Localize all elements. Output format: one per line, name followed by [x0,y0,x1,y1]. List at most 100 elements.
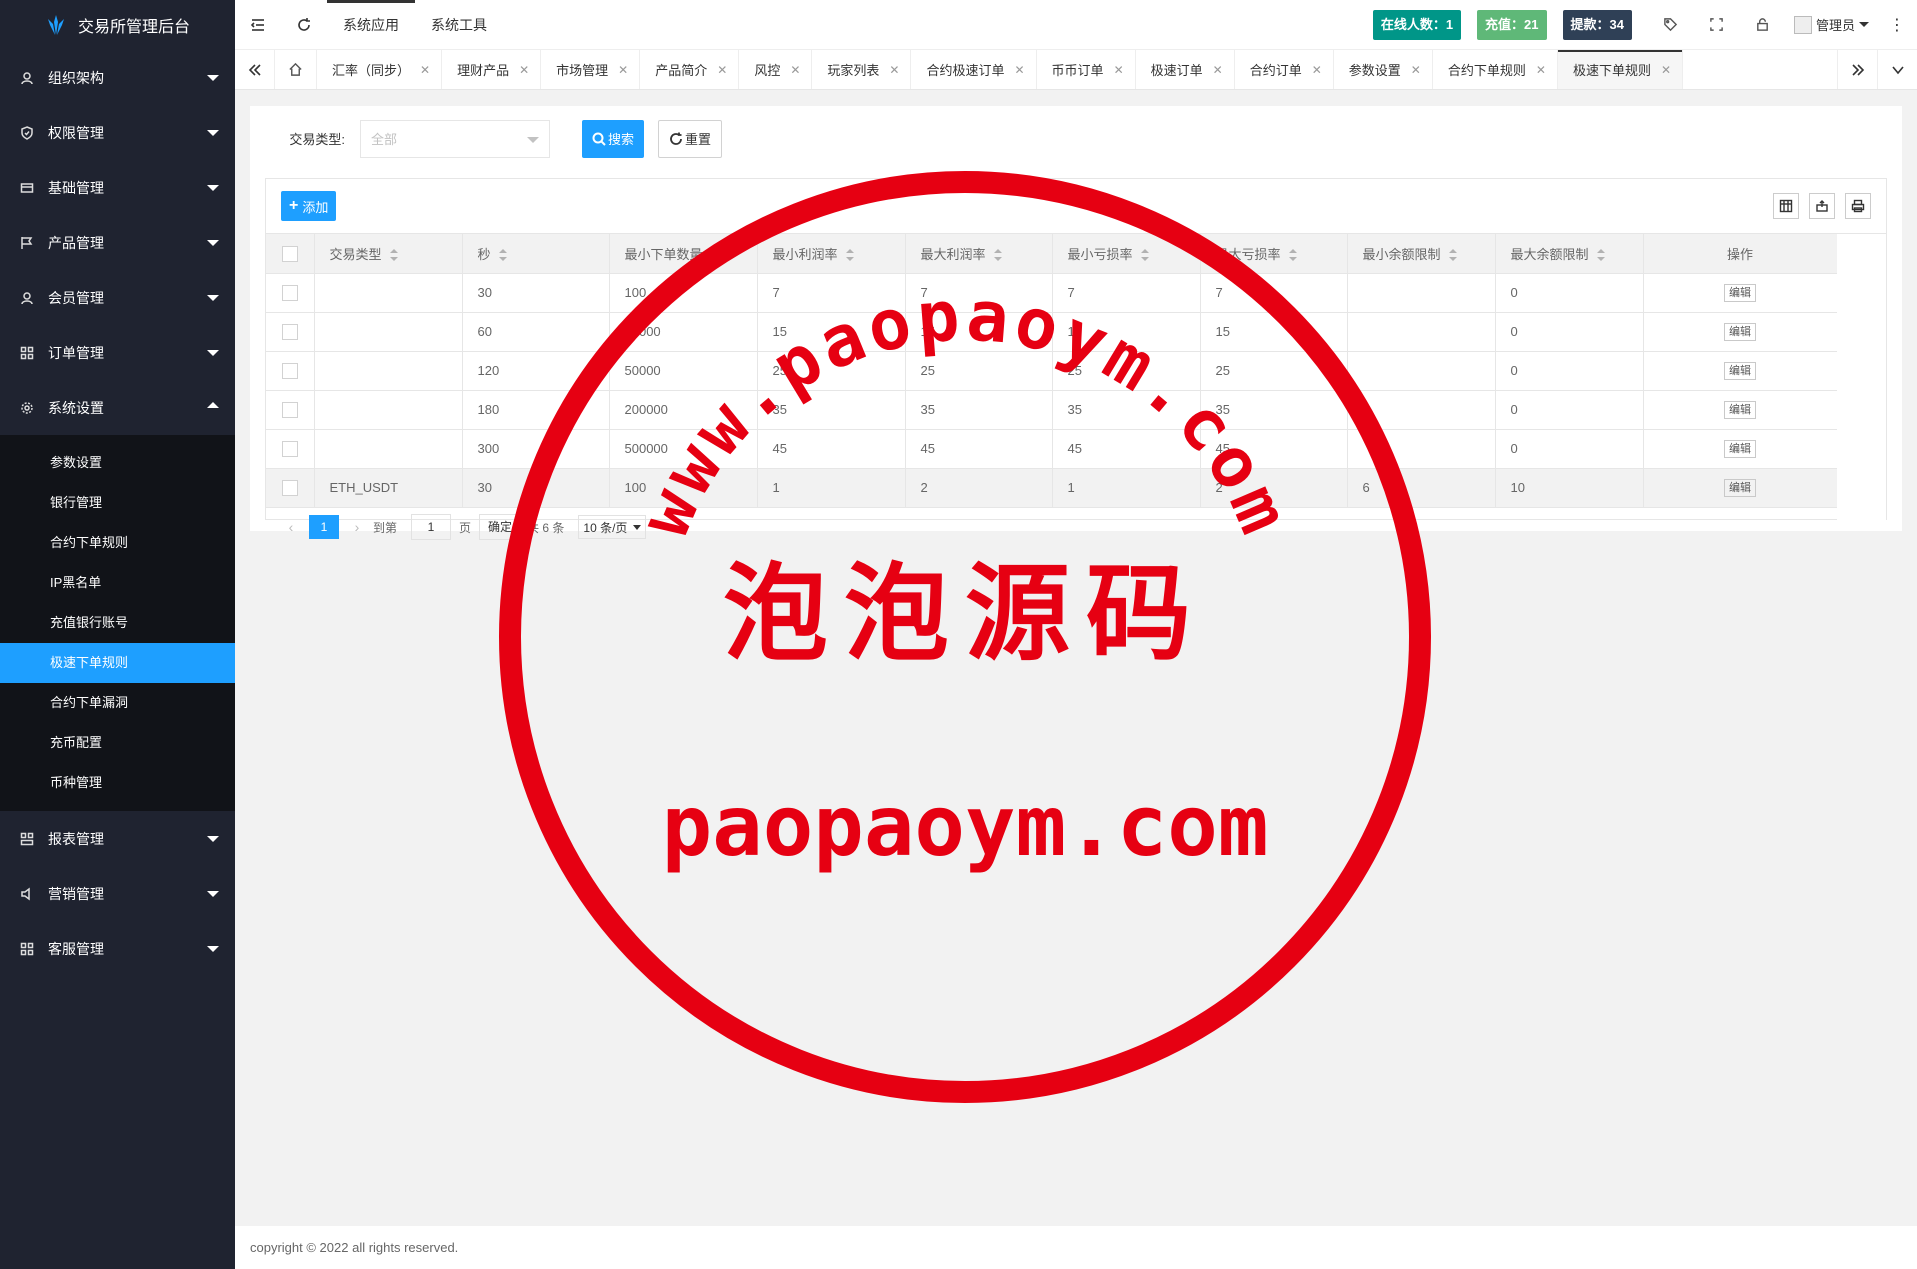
user-menu[interactable]: 管理员 [1786,15,1877,34]
sort-icon[interactable] [993,249,1002,262]
sort-icon[interactable] [1140,249,1149,262]
row-checkbox[interactable] [281,284,298,301]
column-header[interactable]: 最大利润率 [905,234,1053,274]
print-icon[interactable] [1845,193,1871,219]
goto-page-input[interactable]: 1 [411,514,452,540]
nav-system-tools[interactable]: 系统工具 [415,0,503,50]
close-icon[interactable]: ✕ [1014,63,1024,77]
close-icon[interactable]: ✕ [420,63,430,77]
column-header[interactable]: 秒 [462,234,610,274]
close-icon[interactable]: ✕ [1536,63,1546,77]
reset-button[interactable]: 重置 [658,119,723,158]
page-tab[interactable]: 风控 ✕ [739,50,813,89]
sort-icon[interactable] [389,249,398,262]
lock-icon[interactable] [1740,0,1786,50]
tabs-scroll-left-icon[interactable] [235,50,275,89]
page-tab[interactable]: 参数设置 ✕ [1334,50,1433,89]
goto-confirm-button[interactable]: 确定 [479,514,522,540]
submenu-item[interactable]: 参数设置 [0,443,235,483]
table-row[interactable]: 120 50000 25 25 25 25 0 编辑 [266,351,1838,391]
row-checkbox[interactable] [281,362,298,379]
online-count-badge[interactable]: 在线人数：1 [1372,9,1462,40]
columns-filter-icon[interactable] [1773,193,1799,219]
row-checkbox[interactable] [281,479,298,496]
trade-type-select[interactable]: 全部 [360,119,550,158]
table-row[interactable]: 300 500000 45 45 45 45 0 编辑 [266,429,1838,469]
page-tab[interactable]: 合约极速订单 ✕ [911,50,1037,89]
row-checkbox[interactable] [281,440,298,457]
column-header[interactable]: 最大亏损率 [1200,234,1348,274]
submenu-item[interactable]: 合约下单漏洞 [0,683,235,723]
sidebar-item-report-0[interactable]: 报表管理 [0,811,235,866]
close-icon[interactable]: ✕ [1213,63,1223,77]
row-checkbox[interactable] [281,323,298,340]
close-icon[interactable]: ✕ [1312,63,1322,77]
submenu-item[interactable]: 币种管理 [0,763,235,803]
sidebar-item-grid-2[interactable]: 客服管理 [0,921,235,976]
edit-button[interactable]: 编辑 [1724,283,1756,302]
column-header[interactable]: 交易类型 [314,234,463,274]
app-logo[interactable]: 交易所管理后台 [0,0,235,50]
fullscreen-icon[interactable] [1694,0,1740,50]
submenu-item[interactable]: 合约下单规则 [0,523,235,563]
sidebar-item-shield-1[interactable]: 权限管理 [0,105,235,160]
page-tab[interactable]: 极速下单规则 ✕ [1557,50,1684,89]
table-row[interactable]: 30 100 7 7 7 7 0 编辑 [266,273,1838,313]
sidebar-item-grid-5[interactable]: 订单管理 [0,325,235,380]
search-button[interactable]: 搜索 [582,119,645,158]
withdraw-count-badge[interactable]: 提款：34 [1562,9,1632,40]
sort-icon[interactable] [1596,249,1605,262]
edit-button[interactable]: 编辑 [1724,439,1756,458]
nav-system-apps[interactable]: 系统应用 [327,0,415,50]
page-tab[interactable]: 合约下单规则 ✕ [1433,50,1558,89]
tabs-scroll-right-icon[interactable] [1837,50,1877,89]
page-tab[interactable]: 产品简介 ✕ [640,50,740,89]
prev-page-icon[interactable]: ‹ [281,519,301,535]
sort-icon[interactable] [1448,249,1457,262]
sidebar-item-user-4[interactable]: 会员管理 [0,270,235,325]
page-tab[interactable]: 汇率（同步） ✕ [317,50,443,89]
page-tab[interactable]: 市场管理 ✕ [541,50,641,89]
sidebar-item-flag-3[interactable]: 产品管理 [0,215,235,270]
next-page-icon[interactable]: › [347,519,367,535]
sort-icon[interactable] [710,249,719,262]
edit-button[interactable]: 编辑 [1724,400,1756,419]
edit-button[interactable]: 编辑 [1724,322,1756,341]
refresh-icon[interactable] [281,0,327,50]
submenu-item[interactable]: 充值银行账号 [0,603,235,643]
row-checkbox[interactable] [281,401,298,418]
submenu-item[interactable]: 银行管理 [0,483,235,523]
close-icon[interactable]: ✕ [717,63,727,77]
select-all-checkbox[interactable] [281,245,298,262]
add-button[interactable]: + 添加 [281,191,337,221]
sort-icon[interactable] [1288,249,1297,262]
submenu-item[interactable]: 充币配置 [0,723,235,763]
edit-button[interactable]: 编辑 [1724,478,1756,497]
sort-icon[interactable] [845,249,854,262]
page-size-select[interactable]: 10 条/页 [578,515,647,539]
column-header[interactable]: 最大余额限制 [1495,234,1644,274]
close-icon[interactable]: ✕ [790,63,800,77]
sort-icon[interactable] [498,249,507,262]
submenu-item[interactable]: 极速下单规则 [0,643,235,683]
export-icon[interactable] [1809,193,1835,219]
column-header[interactable]: 最小下单数量 [609,234,758,274]
page-tab[interactable]: 玩家列表 ✕ [812,50,912,89]
sidebar-item-gear-6[interactable]: 系统设置 [0,380,235,435]
column-header[interactable]: 最小亏损率 [1052,234,1201,274]
close-icon[interactable]: ✕ [618,63,628,77]
current-page-button[interactable]: 1 [309,515,339,539]
table-row[interactable]: 180 200000 35 35 35 35 0 编辑 [266,390,1838,430]
collapse-menu-icon[interactable] [235,0,281,50]
sidebar-item-card-2[interactable]: 基础管理 [0,160,235,215]
table-row[interactable]: 60 20000 15 15 15 15 0 编辑 [266,312,1838,352]
close-icon[interactable]: ✕ [1114,63,1124,77]
page-tab[interactable]: 理财产品 ✕ [442,50,542,89]
page-tab[interactable]: 极速订单 ✕ [1136,50,1235,89]
home-tab-icon[interactable] [275,50,317,89]
page-tab[interactable]: 币币订单 ✕ [1037,50,1136,89]
close-icon[interactable]: ✕ [1661,63,1671,77]
page-tab[interactable]: 合约订单 ✕ [1235,50,1334,89]
tag-icon[interactable] [1648,0,1694,50]
column-header[interactable]: 最小余额限制 [1347,234,1496,274]
